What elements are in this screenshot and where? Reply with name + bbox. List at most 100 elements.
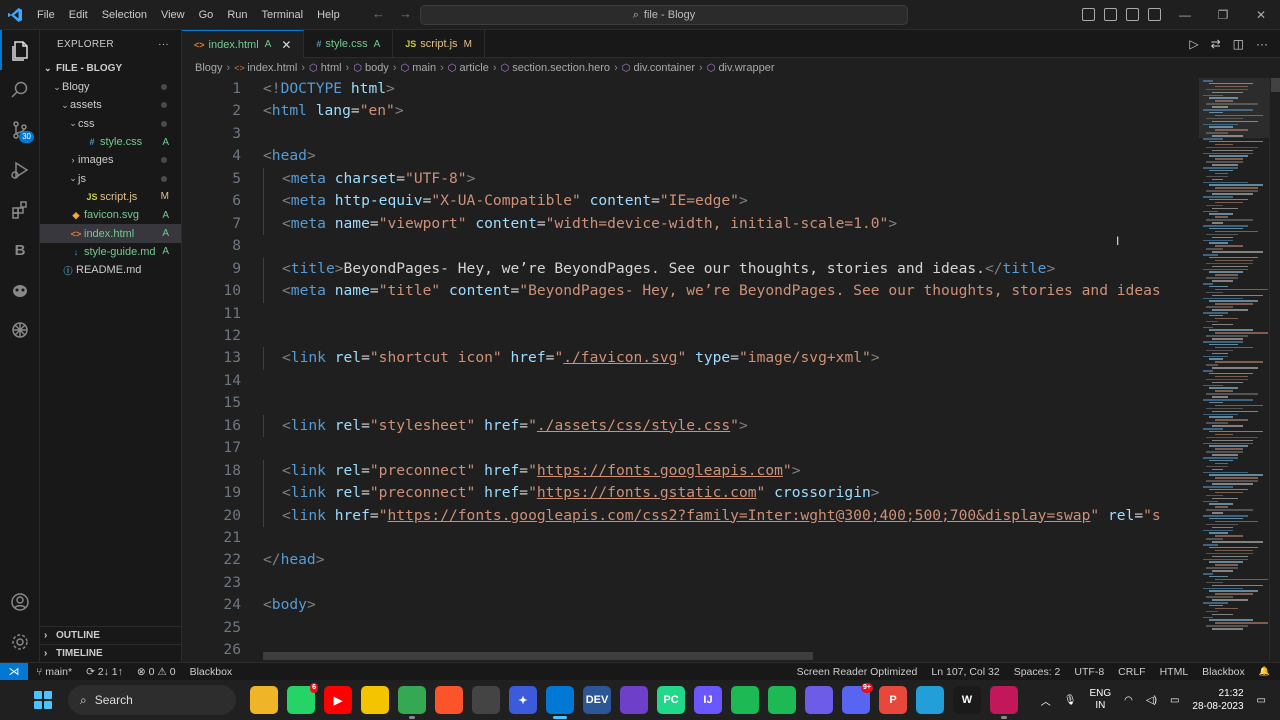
volume-icon[interactable]: ◁): [1146, 695, 1157, 706]
menu-item-run[interactable]: Run: [220, 0, 254, 30]
customize-layout-icon[interactable]: [1148, 8, 1161, 21]
extensions-icon[interactable]: [0, 190, 40, 230]
menu-item-selection[interactable]: Selection: [95, 0, 154, 30]
bell-icon[interactable]: 🔔: [1259, 666, 1270, 677]
tab-index-html[interactable]: <> index.html A ✕: [182, 30, 305, 58]
sync-status[interactable]: ⟳ 2↓ 1↑: [86, 666, 123, 678]
search-sidebar-icon[interactable]: [0, 70, 40, 110]
whatsapp-app-icon[interactable]: 6: [287, 683, 318, 714]
status-item[interactable]: Screen Reader Optimized: [797, 666, 918, 678]
pocketcasts-app-icon[interactable]: P: [879, 686, 907, 714]
breadcrumb-item[interactable]: ⬡ body: [353, 62, 389, 74]
devtools-app-icon[interactable]: DEV: [583, 686, 611, 714]
tab-script-js[interactable]: JS script.js M: [393, 30, 485, 58]
tree-item-style-css[interactable]: # style.css A: [40, 133, 181, 151]
breadcrumb-item[interactable]: ⬡ html: [309, 62, 342, 74]
menu-item-terminal[interactable]: Terminal: [255, 0, 311, 30]
breadcrumb-item[interactable]: ⬡ article: [448, 62, 489, 74]
chatgpt-app-icon[interactable]: [472, 686, 500, 714]
spotify-app-icon[interactable]: [768, 686, 796, 714]
workspace-root[interactable]: ⌄ FILE - BLOGY: [40, 58, 181, 78]
gemini-app-icon[interactable]: ✦: [509, 686, 537, 714]
horizontal-scrollbar[interactable]: [263, 652, 813, 660]
breadcrumb-item[interactable]: ⬡ div.container: [622, 62, 695, 74]
close-window-button[interactable]: ✕: [1242, 0, 1280, 30]
menu-item-edit[interactable]: Edit: [62, 0, 95, 30]
microphone-icon[interactable]: 🎙: [1064, 695, 1077, 706]
tree-item-assets[interactable]: ⌄ assets: [40, 96, 181, 114]
more-actions-icon[interactable]: ···: [158, 39, 169, 50]
pycharm-app-icon[interactable]: PC: [657, 686, 685, 714]
menu-item-go[interactable]: Go: [192, 0, 221, 30]
nav-arrows[interactable]: ←→: [372, 6, 426, 21]
run-debug-icon[interactable]: [0, 150, 40, 190]
blackbox-icon[interactable]: B: [0, 230, 40, 270]
breadcrumb-item[interactable]: <> index.html: [234, 62, 297, 74]
settings-gear-icon[interactable]: [0, 622, 40, 662]
taskbar-search[interactable]: ⌕ Search: [68, 685, 236, 715]
files-app-icon[interactable]: [361, 686, 389, 714]
status-item[interactable]: Ln 107, Col 32: [931, 666, 999, 678]
tree-item-script-js[interactable]: JS script.js M: [40, 188, 181, 206]
status-item[interactable]: Blackbox: [1202, 666, 1245, 678]
tree-item-js[interactable]: ⌄ js: [40, 169, 181, 187]
remote-indicator-icon[interactable]: ⋊: [0, 662, 28, 681]
breadcrumb-item[interactable]: Blogy: [195, 62, 223, 74]
minimap[interactable]: [1199, 78, 1269, 662]
brave-app-icon[interactable]: [435, 686, 463, 714]
split-editor-icon[interactable]: ◫: [1233, 37, 1244, 51]
compare-icon[interactable]: ⇄: [1211, 37, 1221, 51]
status-item[interactable]: HTML: [1160, 666, 1189, 678]
tree-item-css[interactable]: ⌄ css: [40, 115, 181, 133]
toggle-secondary-sidebar-icon[interactable]: [1126, 8, 1139, 21]
stream-app-icon[interactable]: [805, 686, 833, 714]
accounts-icon[interactable]: [0, 582, 40, 622]
windows-start-button[interactable]: [30, 687, 56, 713]
alien-icon[interactable]: [0, 270, 40, 310]
tree-item-style-guide-md[interactable]: ↓ style-guide.md A: [40, 243, 181, 261]
status-item[interactable]: Spaces: 2: [1014, 666, 1061, 678]
notification-icon[interactable]: ▭: [1257, 695, 1266, 706]
maximize-button[interactable]: ❐: [1204, 0, 1242, 30]
tree-item-images[interactable]: › images: [40, 151, 181, 169]
run-icon[interactable]: ▷: [1189, 37, 1198, 51]
code-editor[interactable]: 1 <!DOCTYPE html> 2 <html lang="en"> 3 4 <head…: [182, 78, 1280, 662]
more-actions-icon[interactable]: ···: [1256, 37, 1268, 51]
breadcrumb-item[interactable]: ⬡ div.wrapper: [707, 62, 775, 74]
terminal-app-icon[interactable]: [990, 686, 1018, 719]
menu-item-view[interactable]: View: [154, 0, 192, 30]
minimize-button[interactable]: —: [1166, 0, 1204, 30]
tree-item-blogy[interactable]: ⌄ Blogy: [40, 78, 181, 96]
file-explorer-app-icon[interactable]: [250, 686, 278, 714]
discord-app-icon[interactable]: 9+: [842, 683, 873, 714]
command-center[interactable]: ⌕ file - Blogy: [420, 5, 908, 25]
blackbox-status[interactable]: Blackbox: [190, 666, 233, 678]
tree-item-readme-md[interactable]: ⓘ README.md: [40, 261, 181, 279]
toggle-sidebar-icon[interactable]: [1082, 8, 1095, 21]
tab-style-css[interactable]: # style.css A: [304, 30, 394, 58]
status-item[interactable]: UTF-8: [1074, 666, 1104, 678]
language-indicator[interactable]: ENG IN: [1090, 688, 1112, 712]
menu-item-file[interactable]: File: [30, 0, 62, 30]
tree-item-favicon-svg[interactable]: ◈ favicon.svg A: [40, 206, 181, 224]
timeline-section[interactable]: › TIMELINE: [40, 644, 181, 662]
explorer-icon[interactable]: [0, 30, 40, 70]
clock[interactable]: 21:32 28-08-2023: [1192, 687, 1243, 713]
menu-item-help[interactable]: Help: [310, 0, 347, 30]
loader-app-icon[interactable]: [731, 686, 759, 714]
wave-app-icon[interactable]: W: [953, 686, 981, 714]
branch-status[interactable]: ⑂ main*: [36, 666, 72, 678]
toggle-panel-icon[interactable]: [1104, 8, 1117, 21]
source-control-icon[interactable]: 30: [0, 110, 40, 150]
close-icon[interactable]: ✕: [281, 38, 291, 52]
chatgpt-icon[interactable]: [0, 310, 40, 350]
status-item[interactable]: CRLF: [1118, 666, 1145, 678]
battery-icon[interactable]: ▭: [1170, 695, 1179, 706]
chevron-up-icon[interactable]: ︿: [1041, 693, 1051, 708]
problems-status[interactable]: ⊗ 0 ⚠ 0: [137, 666, 176, 678]
github-app-icon[interactable]: [620, 686, 648, 714]
breadcrumb-item[interactable]: ⬡ main: [400, 62, 436, 74]
breadcrumb-item[interactable]: ⬡ section.section.hero: [500, 62, 610, 74]
outline-section[interactable]: › OUTLINE: [40, 626, 181, 644]
youtube-app-icon[interactable]: ▶: [324, 686, 352, 714]
